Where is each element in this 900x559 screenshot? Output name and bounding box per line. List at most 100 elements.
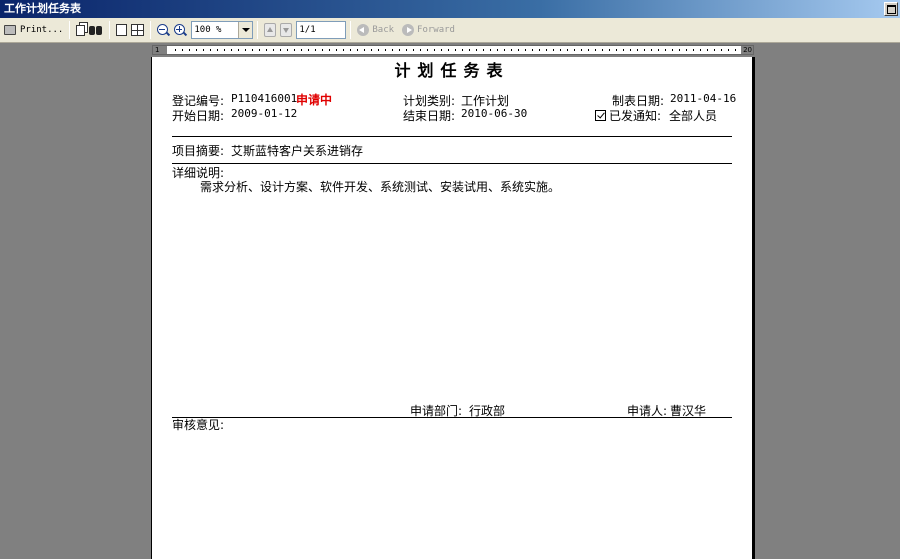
ruler-tick [497,49,498,51]
end-date-label: 结束日期: [403,109,456,123]
ruler-tick [238,49,239,51]
copy-button[interactable] [74,20,87,40]
ruler-tick [518,49,519,51]
binoculars-icon [89,23,103,37]
chevron-down-icon[interactable] [238,22,253,38]
ruler-tick [574,49,575,51]
notified-checkbox[interactable] [595,110,606,121]
toolbar-separator [69,21,71,39]
ruler-tick [392,49,393,51]
multi-page-button[interactable] [129,20,146,40]
ruler-tick [721,49,722,51]
summary-label: 项目摘要: [172,144,225,158]
zoom-in-icon [174,23,187,37]
ruler-tick [203,49,204,51]
ruler-tick [329,49,330,51]
zoom-out-button[interactable] [155,20,172,40]
ruler-tick [441,49,442,51]
window-title: 工作计划任务表 [4,2,81,15]
ruler-tick [539,49,540,51]
divider-line [172,417,732,418]
ruler-tick [371,49,372,51]
maximize-button[interactable] [884,2,898,16]
ruler-tick [294,49,295,51]
single-page-button[interactable] [114,20,129,40]
notified-value: 全部人员 [669,109,718,123]
ruler-area: 1 20 [0,43,900,57]
copy-icon [76,24,86,36]
window-title-bar: 工作计划任务表 [0,0,900,18]
ruler-tick [217,49,218,51]
ruler-tick [462,49,463,51]
ruler-tick [287,49,288,51]
divider-line [172,136,732,137]
ruler-tick [476,49,477,51]
ruler-tick [273,49,274,51]
back-button[interactable]: Back [355,20,396,40]
ruler-tick [735,49,736,51]
ruler-tick [637,49,638,51]
zoom-in-button[interactable] [172,20,189,40]
ruler-tick [532,49,533,51]
ruler-tick [588,49,589,51]
next-page-button[interactable] [278,20,294,40]
ruler-tick [364,49,365,51]
ruler-tick [546,49,547,51]
zoom-out-icon [157,23,170,37]
toolbar-separator [150,21,152,39]
ruler-tick [490,49,491,51]
print-button[interactable]: Print... [2,20,65,40]
toolbar-separator [257,21,259,39]
ruler-tick [630,49,631,51]
ruler-tick [658,49,659,51]
ruler-tick [672,49,673,51]
end-date-value: 2010-06-30 [461,107,528,120]
ruler-tick [483,49,484,51]
report-title: 计划任务表 [394,61,510,80]
back-label: Back [372,25,395,35]
ruler-tick [385,49,386,51]
ruler-tick [308,49,309,51]
ruler-tick [231,49,232,51]
ruler-tick [448,49,449,51]
ruler-tick [266,49,267,51]
ruler-tick [581,49,582,51]
ruler-tick [686,49,687,51]
created-date-value: 2011-04-16 [670,92,737,105]
forward-button[interactable]: Forward [400,20,457,40]
ruler-tick [413,49,414,51]
ruler-tick [315,49,316,51]
divider-line [172,163,732,164]
ruler-tick [301,49,302,51]
toolbar-separator [350,21,352,39]
ruler-tick [707,49,708,51]
ruler-tick [420,49,421,51]
zoom-select[interactable]: 100 % [191,21,254,39]
detail-value: 需求分析、设计方案、软件开发、系统测试、安装试用、系统实施。 [200,180,561,194]
ruler-tick [196,49,197,51]
arrow-down-icon [280,23,293,37]
review-label: 审核意见: [172,418,225,432]
ruler-tick [259,49,260,51]
single-page-icon [116,24,128,36]
ruler-tick [525,49,526,51]
find-button[interactable] [87,20,105,40]
ruler-tick [714,49,715,51]
ruler-tick [679,49,680,51]
ruler-tick [252,49,253,51]
previous-page-button[interactable] [262,20,278,40]
ruler-tick [399,49,400,51]
ruler-tick [616,49,617,51]
ruler-tick [511,49,512,51]
ruler-tick [567,49,568,51]
ruler-tick [728,49,729,51]
ruler-tick [700,49,701,51]
page-number-input[interactable]: 1/1 [296,21,347,39]
summary-value: 艾斯蓝特客户关系进销存 [231,144,364,158]
multi-page-icon [131,24,145,36]
ruler-tick [280,49,281,51]
arrow-up-icon [264,23,277,37]
notified-label: 已发通知: [609,109,662,123]
ruler-tick [693,49,694,51]
horizontal-ruler: 1 20 [152,45,754,55]
